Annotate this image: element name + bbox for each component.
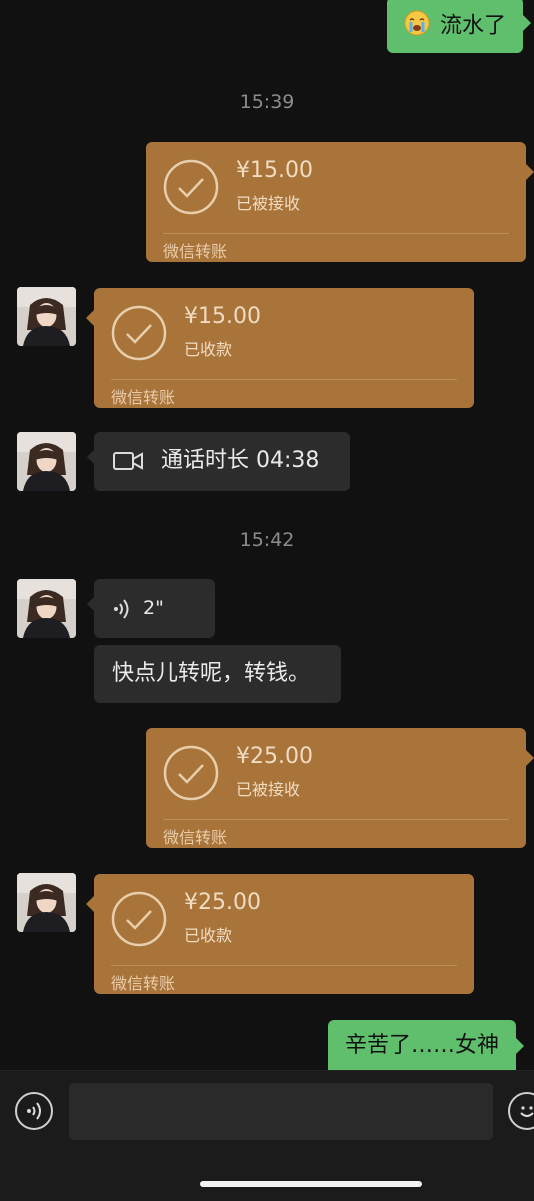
check-circle-icon [163,159,219,215]
voice-input-button[interactable] [15,1092,53,1130]
divider [111,965,457,966]
video-call-icon [113,452,143,470]
transfer-source: 微信转账 [163,828,228,847]
voice-wave-icon [27,1102,41,1120]
transfer-source: 微信转账 [111,388,176,407]
transfer-amount: ¥15.00 [236,158,313,183]
incoming-message-bubble[interactable]: 快点儿转呢，转钱。 [94,645,341,703]
call-duration-text: 通话时长 04:38 [161,448,320,473]
smile-icon [520,1106,534,1117]
transfer-card-sent[interactable]: ¥15.00 已被接收 微信转账 [146,142,534,262]
divider [163,233,509,234]
check-circle-icon [111,891,167,947]
message-text: 快点儿转呢，转钱。 [112,661,311,686]
transfer-source: 微信转账 [111,974,176,993]
transfer-card-sent[interactable]: ¥25.00 已被接收 微信转账 [146,728,534,848]
transfer-status: 已被接收 [236,194,301,213]
check-circle-icon [111,305,167,361]
message-input[interactable] [69,1083,493,1140]
transfer-amount: ¥15.00 [184,304,261,329]
timestamp: 15:42 [239,529,295,551]
transfer-status: 已收款 [184,340,233,359]
transfer-status: 已收款 [184,926,233,945]
contact-avatar[interactable] [17,873,76,932]
voice-duration: 2" [143,597,164,619]
voice-message-bubble[interactable]: 2" [87,579,215,638]
outgoing-message-bubble[interactable]: 流水了 [387,0,532,53]
transfer-amount: ¥25.00 [184,890,261,915]
transfer-card-received[interactable]: ¥15.00 已收款 微信转账 [86,288,474,408]
contact-avatar[interactable] [17,287,76,346]
contact-avatar[interactable] [17,432,76,491]
transfer-card-received[interactable]: ¥25.00 已收款 微信转账 [86,874,474,994]
input-bar [0,1070,534,1201]
home-indicator [200,1181,422,1187]
timestamp: 15:39 [239,91,295,113]
transfer-status: 已被接收 [236,780,301,799]
divider [163,819,509,820]
check-circle-icon [163,745,219,801]
crying-face-icon [404,10,430,43]
divider [111,379,457,380]
contact-avatar[interactable] [17,579,76,638]
voice-wave-icon [114,599,129,619]
transfer-amount: ¥25.00 [236,744,313,769]
message-text: 辛苦了……女神 [345,1033,500,1058]
emoji-button[interactable] [508,1092,534,1130]
transfer-source: 微信转账 [163,242,228,261]
message-text: 流水了 [440,13,507,39]
call-record-bubble[interactable]: 通话时长 04:38 [87,432,350,491]
